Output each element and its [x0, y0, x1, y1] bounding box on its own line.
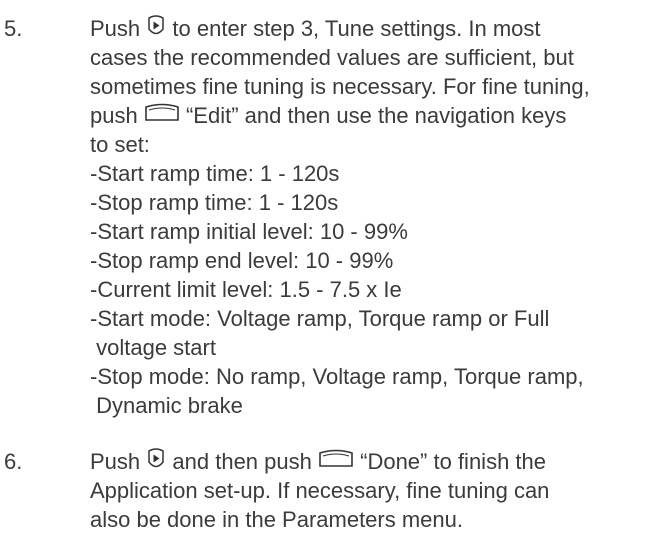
setting-item: voltage start — [90, 335, 216, 360]
setting-item: -Stop ramp end level: 10 - 99% — [90, 248, 394, 273]
step-text-fragment: to enter step 3, Tune settings. In most — [172, 16, 541, 41]
step-text-fragment: “Done” to finish the — [360, 449, 546, 474]
step-line: Application set-up. If necessary, fine t… — [90, 478, 550, 503]
manual-page: 5. Push to enter step 3, Tune settings. … — [0, 0, 651, 542]
step-line: Push and then push “Done” to finish the — [90, 447, 651, 476]
step-text-fragment: “Edit” and then use the navigation keys — [185, 103, 567, 128]
step-line: push “Edit” and then use the navigation … — [90, 101, 651, 130]
step-line: also be done in the Parameters menu. — [90, 507, 464, 532]
step-text-fragment: push — [90, 103, 138, 128]
setting-item: Dynamic brake — [90, 393, 243, 418]
softkey-icon — [144, 103, 180, 123]
setting-item: -Current limit level: 1.5 - 7.5 x Ie — [90, 277, 402, 302]
step-line: to set: — [90, 132, 150, 157]
step-text: Push to enter step 3, Tune settings. In … — [90, 14, 651, 420]
step-text-fragment: Push — [90, 449, 141, 474]
softkey-icon — [318, 449, 354, 469]
setting-item: -Start ramp time: 1 - 120s — [90, 161, 340, 186]
step-text-fragment: Push — [90, 16, 141, 41]
step-line: sometimes fine tuning is necessary. For … — [90, 74, 590, 99]
step-line: Push to enter step 3, Tune settings. In … — [90, 14, 651, 43]
step-number: 6. — [4, 449, 23, 474]
right-arrow-circle-icon — [146, 447, 166, 471]
step-line: cases the recommended values are suffici… — [90, 45, 574, 70]
setting-item: -Stop mode: No ramp, Voltage ramp, Torqu… — [90, 364, 584, 389]
step-number: 5. — [4, 16, 23, 41]
setting-item: -Start mode: Voltage ramp, Torque ramp o… — [90, 306, 550, 331]
right-arrow-circle-icon — [146, 14, 166, 38]
step-text-fragment: and then push — [172, 449, 312, 474]
step-text: Push and then push “Done” to finish the — [90, 447, 651, 534]
setting-item: -Start ramp initial level: 10 - 99% — [90, 219, 408, 244]
setting-item: -Stop ramp time: 1 - 120s — [90, 190, 339, 215]
